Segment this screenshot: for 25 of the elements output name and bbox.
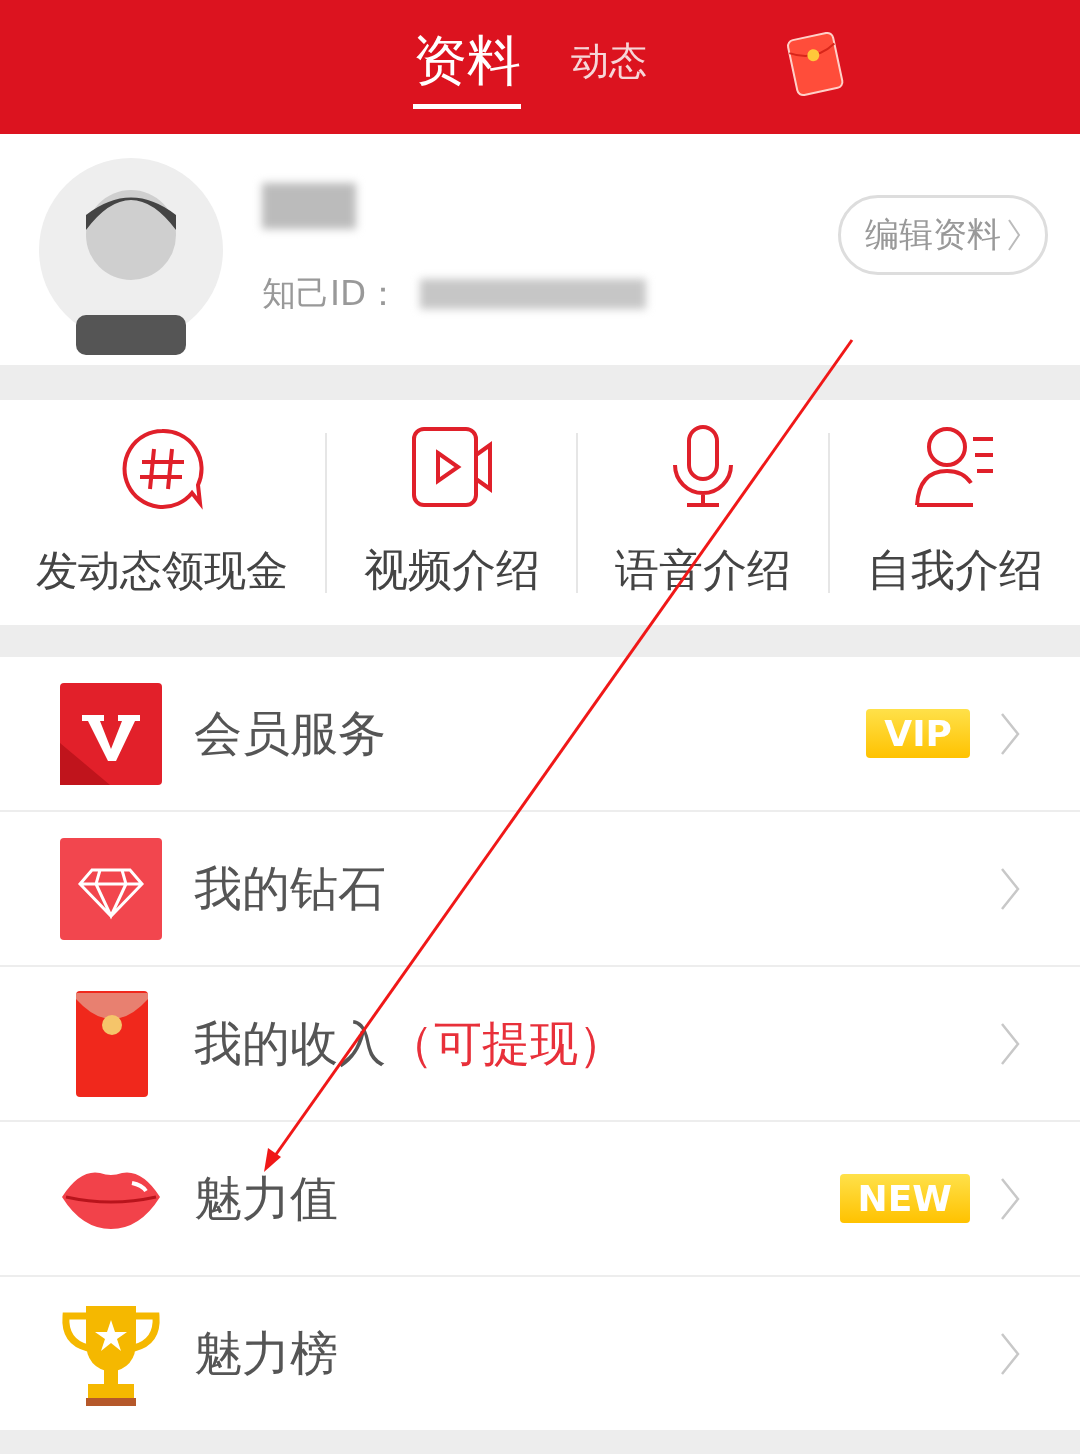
chevron-right-icon (1000, 1331, 1020, 1376)
chevron-right-icon (1000, 1021, 1020, 1066)
menu-item[interactable]: 我的钻石 (0, 812, 1080, 965)
chevron-right-icon (1000, 866, 1020, 911)
chevron-right-icon (1000, 711, 1020, 756)
menu-label: 会员服务 (194, 703, 387, 763)
video-icon (409, 425, 494, 509)
menu-label: 魅力榜 (194, 1323, 339, 1383)
chevron-right-icon (1007, 217, 1021, 252)
menu-item[interactable]: 会员服务 VIP (0, 657, 1080, 810)
menu-item[interactable]: 魅力榜 (0, 1277, 1080, 1430)
tab[interactable]: 资料 (413, 25, 521, 109)
chevron-right-icon (1000, 1176, 1020, 1221)
menu-badge: NEW (839, 1174, 970, 1223)
menu-item[interactable]: 魅力值 NEW (0, 1122, 1080, 1275)
menu-label: 我的钻石 (194, 858, 387, 918)
menu-label: 魅力值 (194, 1168, 339, 1228)
quick-action[interactable]: 自我介绍 (830, 425, 1080, 600)
id-label: 知己ID： (262, 271, 401, 315)
menu-badge: VIP (866, 709, 970, 758)
vip-icon (60, 682, 162, 785)
hashtag-icon (120, 426, 205, 511)
quick-action[interactable]: 发动态领现金 (0, 426, 325, 599)
quick-action[interactable]: 视频介绍 (326, 425, 577, 600)
tab[interactable]: 动态 (571, 36, 647, 98)
